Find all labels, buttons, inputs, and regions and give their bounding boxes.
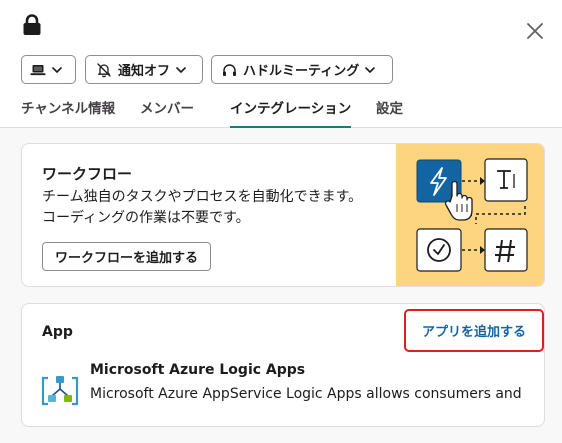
huddle-dropdown-button[interactable]: ハドルミーティング <box>211 55 393 84</box>
tab-bar: チャンネル情報 メンバー インテグレーション 設定 <box>0 92 562 128</box>
chevron-down-icon <box>176 66 186 73</box>
workflow-title: ワークフロー <box>42 165 133 183</box>
add-app-button[interactable]: アプリを追加する <box>404 309 544 352</box>
workflow-diagram <box>416 158 528 272</box>
laptop-icon <box>30 64 46 75</box>
headphones-icon <box>223 63 236 76</box>
bell-off-icon <box>97 62 111 77</box>
notification-label: 通知オフ <box>118 64 171 79</box>
app-description: Microsoft Azure AppService Logic Apps al… <box>90 386 522 402</box>
add-workflow-button[interactable]: ワークフローを追加する <box>42 242 211 271</box>
hash-icon <box>484 228 528 272</box>
app-section-title: App <box>42 324 73 340</box>
lock-icon <box>23 14 41 35</box>
huddle-label: ハドルミーティング <box>243 64 360 79</box>
workflow-illustration <box>396 144 544 286</box>
notification-dropdown-button[interactable]: 通知オフ <box>85 55 203 84</box>
tab-members[interactable]: メンバー <box>140 92 194 128</box>
workflow-description: チーム独自のタスクやプロセスを自動化できます。コーディングの作業は不要です。 <box>42 189 363 226</box>
chevron-down-icon <box>365 66 376 73</box>
azure-logic-apps-icon <box>41 376 79 406</box>
check-circle-icon <box>416 228 462 272</box>
text-box-icon <box>484 158 528 202</box>
device-dropdown-button[interactable] <box>21 55 76 84</box>
tab-settings[interactable]: 設定 <box>376 92 403 128</box>
chevron-down-icon <box>52 66 62 73</box>
tab-channel-info[interactable]: チャンネル情報 <box>21 92 115 128</box>
tab-integrations[interactable]: インテグレーション <box>230 92 352 128</box>
workflow-card: ワークフロー チーム独自のタスクやプロセスを自動化できます。コーディングの作業は… <box>21 143 545 287</box>
app-name[interactable]: Microsoft Azure Logic Apps <box>90 362 305 378</box>
close-icon[interactable] <box>524 20 546 42</box>
app-card: App アプリを追加する Microsoft Azure Logic Apps … <box>21 303 545 427</box>
